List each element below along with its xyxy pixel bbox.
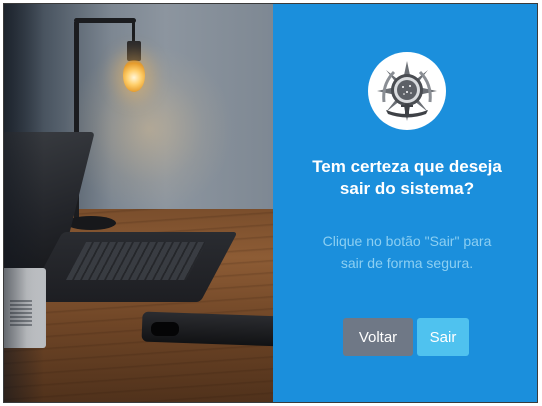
logout-dialog: Tem certeza que deseja sair do sistema? … xyxy=(3,3,538,403)
lamp-socket xyxy=(127,41,141,61)
laptop-keyboard xyxy=(65,242,207,280)
photo-edge-shadow xyxy=(4,4,44,402)
exit-button[interactable]: Sair xyxy=(417,318,469,356)
coat-of-arms-graphic xyxy=(377,61,437,121)
back-button[interactable]: Voltar xyxy=(343,318,413,356)
dialog-message: Clique no botão "Sair" para sair de form… xyxy=(322,233,492,271)
lamp-base xyxy=(66,216,116,230)
coat-of-arms-icon xyxy=(368,52,446,130)
lamp-arm xyxy=(74,18,136,23)
wall-light-glow xyxy=(64,44,234,214)
dialog-title: Tem certeza que deseja sair do sistema? xyxy=(312,157,502,198)
logout-panel: Tem certeza que deseja sair do sistema? … xyxy=(273,4,537,402)
desk-laptop-photo xyxy=(4,4,273,402)
light-bulb xyxy=(123,60,145,92)
smartphone-camera xyxy=(151,322,179,336)
